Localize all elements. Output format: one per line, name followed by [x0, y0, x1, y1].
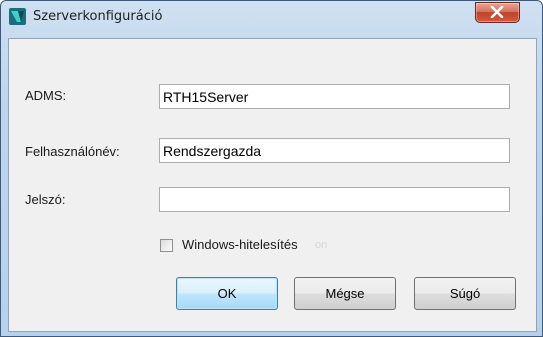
close-icon — [490, 6, 504, 18]
help-button[interactable]: Súgó — [414, 277, 516, 310]
ok-button[interactable]: OK — [176, 277, 278, 310]
dialog-body: ADMS: Felhasználónév: Jelszó: Windows-hi… — [8, 38, 537, 332]
username-field[interactable] — [159, 138, 510, 163]
adms-server-field[interactable] — [159, 84, 510, 109]
title-bar[interactable]: Szerverkonfiguráció — [1, 1, 542, 31]
window-title: Szerverkonfiguráció — [33, 9, 163, 24]
password-field[interactable] — [159, 187, 510, 212]
close-button[interactable] — [475, 2, 520, 23]
cancel-button[interactable]: Mégse — [294, 277, 396, 310]
username-label: Felhasználónév: — [25, 144, 120, 159]
password-label: Jelszó: — [25, 192, 66, 207]
dialog-window: Szerverkonfiguráció ADMS: Felhasználónév… — [0, 0, 543, 337]
windows-auth-checkbox[interactable] — [160, 239, 173, 252]
windows-auth-label[interactable]: Windows-hitelesítés — [182, 237, 298, 252]
ghost-text: on — [315, 239, 328, 251]
autodesk-vault-icon — [9, 8, 26, 25]
adms-label: ADMS: — [25, 88, 67, 103]
